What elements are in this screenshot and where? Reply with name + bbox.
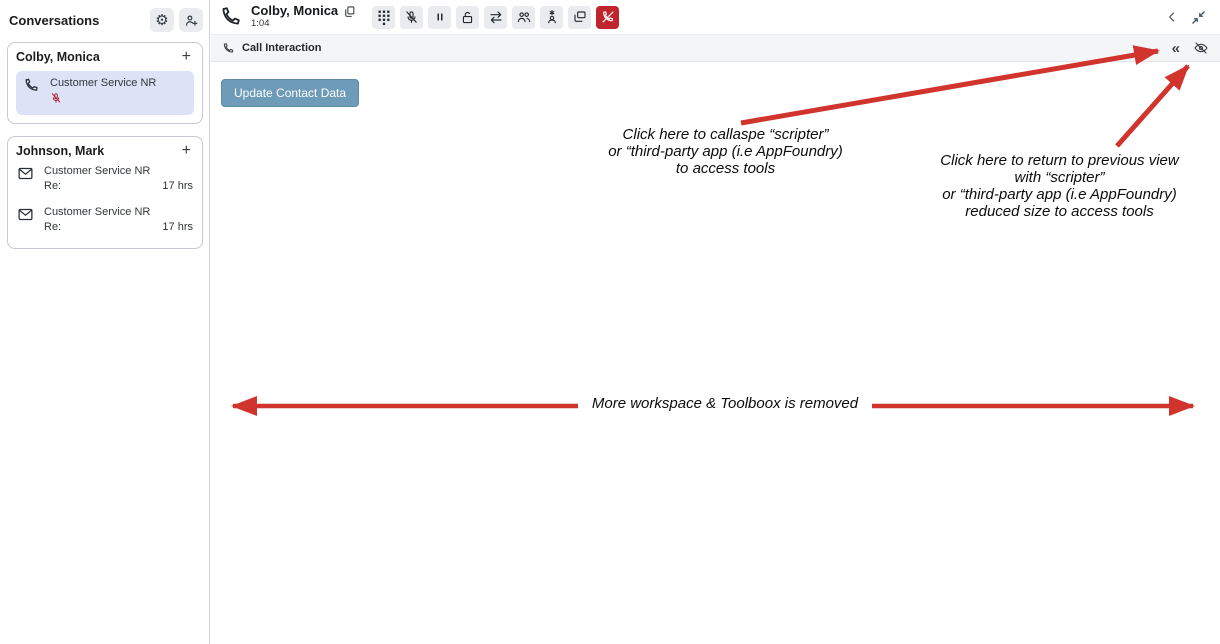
conversation-card-colby: Colby, Monica + Customer Service NR [7, 42, 203, 124]
gear-icon: ⚙ [155, 11, 169, 29]
contact-name: Colby, Monica [16, 50, 100, 64]
mute-button[interactable] [400, 5, 424, 29]
conversations-sidebar: Conversations ⚙ Colby, Monica + Customer… [0, 0, 210, 644]
queue-label: Customer Service NR [50, 77, 157, 89]
conv-lines: Customer Service NR Re: 17 hrs [44, 206, 193, 233]
call-meta: Colby, Monica 1:04 [251, 3, 356, 30]
app-window: Conversations ⚙ Colby, Monica + Customer… [0, 0, 1220, 644]
add-person-button[interactable] [179, 8, 203, 32]
panel-controls: « [1172, 40, 1209, 56]
phone-icon [23, 77, 41, 109]
conference-icon [544, 9, 560, 25]
dialpad-button[interactable] [372, 5, 396, 29]
add-interaction-button[interactable]: + [179, 143, 194, 159]
envelope-icon [17, 165, 35, 192]
mic-muted-icon [404, 10, 419, 25]
phone-icon [222, 42, 235, 55]
interaction-age: 17 hrs [162, 221, 193, 233]
call-interaction-item[interactable]: Customer Service NR [16, 71, 194, 115]
caller-name: Colby, Monica [251, 3, 339, 19]
call-toolbar [372, 5, 620, 29]
subject-prefix: Re: [44, 180, 62, 192]
call-interaction-bar: Call Interaction « [211, 34, 1220, 62]
phone-icon [219, 5, 243, 29]
secure-pause-button[interactable] [456, 5, 480, 29]
email-interaction-item[interactable]: Customer Service NR Re: 17 hrs [16, 158, 194, 199]
pause-icon [434, 11, 446, 23]
envelope-icon [17, 206, 35, 233]
sidebar-header: Conversations ⚙ [0, 0, 209, 40]
main-area: Colby, Monica 1:04 Call Interaction « Up… [211, 0, 1220, 644]
conv-lines: Customer Service NR [50, 77, 187, 109]
lock-open-icon [460, 10, 475, 25]
transfer-icon [488, 9, 504, 25]
interaction-content: Update Contact Data [211, 62, 1220, 124]
header-right-controls [1165, 10, 1212, 25]
call-control-header: Colby, Monica 1:04 [211, 0, 1220, 34]
apps-icon [572, 9, 588, 25]
conference-button[interactable] [540, 5, 564, 29]
contact-name: Johnson, Mark [16, 144, 105, 158]
mic-muted-icon [50, 91, 187, 109]
eye-slash-icon[interactable] [1193, 40, 1209, 56]
conversation-card-johnson: Johnson, Mark + Customer Service NR Re: … [7, 136, 203, 249]
end-call-icon [601, 10, 615, 24]
apps-button[interactable] [568, 5, 592, 29]
conv-subline: Re: 17 hrs [44, 221, 193, 233]
conv-lines: Customer Service NR Re: 17 hrs [44, 165, 193, 192]
call-timer: 1:04 [251, 18, 270, 30]
interaction-panel-title: Call Interaction [242, 42, 322, 54]
email-interaction-item[interactable]: Customer Service NR Re: 17 hrs [16, 199, 194, 240]
add-interaction-button[interactable]: + [179, 49, 194, 65]
card-head: Colby, Monica + [16, 49, 194, 65]
conv-subline: Re: 17 hrs [44, 180, 193, 192]
add-person-icon [184, 13, 199, 28]
end-call-button[interactable] [596, 5, 620, 29]
compress-icon[interactable] [1191, 10, 1206, 25]
subject-prefix: Re: [44, 221, 62, 233]
chevron-left-icon[interactable] [1165, 10, 1179, 24]
consult-icon [516, 9, 532, 25]
double-chevron-icon[interactable]: « [1172, 41, 1180, 56]
consult-button[interactable] [512, 5, 536, 29]
hold-button[interactable] [428, 5, 452, 29]
copy-icon[interactable] [343, 5, 356, 18]
transfer-button[interactable] [484, 5, 508, 29]
queue-label: Customer Service NR [44, 206, 151, 218]
update-contact-data-button[interactable]: Update Contact Data [221, 79, 360, 107]
card-head: Johnson, Mark + [16, 143, 194, 159]
sidebar-title: Conversations [9, 12, 100, 28]
queue-label: Customer Service NR [44, 165, 151, 177]
interaction-age: 17 hrs [162, 180, 193, 192]
settings-button[interactable]: ⚙ [150, 8, 174, 32]
dialpad-icon [377, 10, 391, 25]
